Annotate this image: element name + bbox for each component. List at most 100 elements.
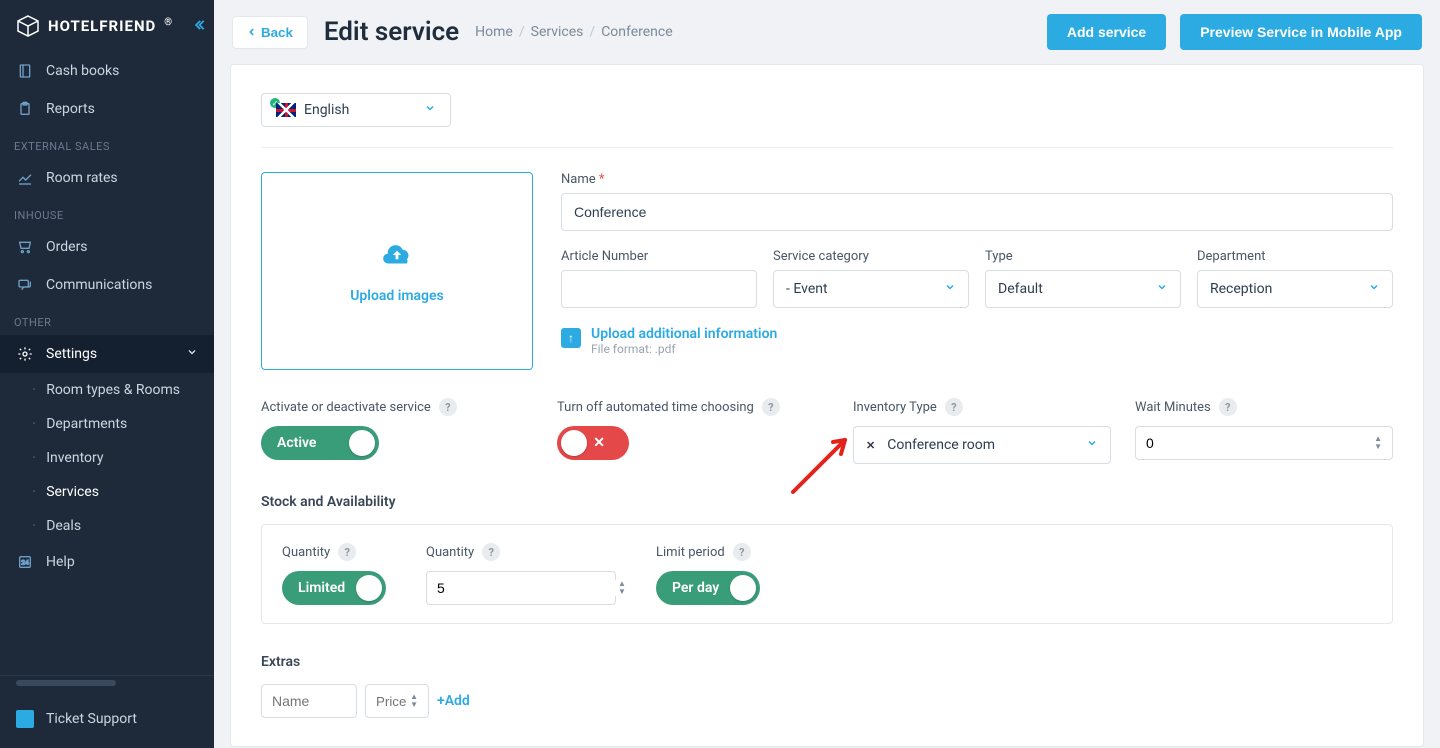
add-service-button[interactable]: Add service — [1047, 14, 1166, 50]
chevron-down-icon — [1086, 437, 1098, 453]
spinner-icon[interactable]: ▲▼ — [1374, 435, 1382, 451]
name-input[interactable] — [561, 193, 1393, 231]
stock-panel: Quantity ? Limited Quantity ? — [261, 524, 1393, 624]
section-label-external: EXTERNAL SALES — [0, 128, 214, 159]
cart-icon — [16, 238, 34, 256]
inventory-type-select[interactable]: ✕ Conference room — [853, 426, 1111, 464]
help-icon[interactable]: ? — [1219, 398, 1237, 416]
back-button[interactable]: Back — [232, 16, 308, 49]
main-content: Back Edit service Home / Services / Conf… — [214, 0, 1440, 748]
sidebar-item-label: Ticket Support — [46, 711, 137, 727]
svg-text:24: 24 — [21, 559, 29, 567]
book-icon — [16, 62, 34, 80]
clear-icon[interactable]: ✕ — [866, 439, 875, 452]
wait-label: Wait Minutes — [1135, 400, 1211, 415]
flag-uk-icon — [276, 103, 296, 117]
language-select[interactable]: ✓ English — [261, 93, 451, 127]
scroll-indicator — [16, 680, 116, 686]
name-label: Name * — [561, 172, 1393, 187]
article-label: Article Number — [561, 249, 757, 264]
chat-icon — [16, 276, 34, 294]
extras-row: ▲▼ +Add — [261, 684, 1393, 718]
section-label-inhouse: INHOUSE — [0, 197, 214, 228]
topbar: Back Edit service Home / Services / Conf… — [214, 0, 1440, 64]
preview-mobile-button[interactable]: Preview Service in Mobile App — [1180, 14, 1422, 50]
sidebar-item-label: Communications — [46, 277, 152, 293]
chevron-down-icon — [944, 281, 956, 297]
toggle-knob — [349, 430, 375, 456]
category-select[interactable]: - Event — [773, 270, 969, 308]
help-icon[interactable]: ? — [733, 543, 751, 561]
upload-additional-link[interactable]: Upload additional information — [591, 326, 777, 342]
breadcrumb-services[interactable]: Services — [531, 24, 584, 40]
ticket-icon — [16, 710, 34, 728]
chevron-down-icon — [1368, 281, 1380, 297]
sidebar-sub-inventory[interactable]: Inventory — [0, 441, 214, 475]
help-icon[interactable]: ? — [762, 398, 780, 416]
breadcrumb-current: Conference — [601, 24, 672, 40]
breadcrumb-home[interactable]: Home — [475, 24, 513, 40]
breadcrumb: Home / Services / Conference — [475, 24, 673, 40]
type-select[interactable]: Default — [985, 270, 1181, 308]
help-icon[interactable]: ? — [482, 543, 500, 561]
sidebar-sub-services[interactable]: Services — [0, 475, 214, 509]
toggle-knob — [561, 430, 587, 456]
toggle-knob — [730, 575, 756, 601]
sidebar: HOTELFRIEND® Cash books Reports EXTERNAL… — [0, 0, 214, 748]
chevron-down-icon — [186, 346, 198, 362]
clipboard-icon — [16, 100, 34, 118]
upload-images-dropzone[interactable]: Upload images — [261, 172, 533, 370]
section-label-other: OTHER — [0, 304, 214, 335]
sidebar-item-label: Orders — [46, 239, 88, 255]
sidebar-footer: Ticket Support — [0, 675, 214, 748]
toggle-knob — [356, 575, 382, 601]
sidebar-item-label: Room rates — [46, 170, 118, 186]
article-input[interactable] — [561, 270, 757, 308]
divider — [261, 147, 1393, 148]
sidebar-item-help[interactable]: 24 Help — [0, 543, 214, 581]
sidebar-item-reports[interactable]: Reports — [0, 90, 214, 128]
quantity-toggle-label: Quantity — [282, 545, 330, 560]
limit-period-toggle[interactable]: Per day — [656, 571, 760, 605]
activate-toggle[interactable]: Active — [261, 426, 379, 460]
service-form-card: ✓ English Upload images — [230, 64, 1424, 747]
language-value: English — [304, 102, 349, 118]
spinner-icon[interactable]: ▲▼ — [410, 693, 418, 709]
quantity-input[interactable]: ▲▼ — [426, 571, 616, 605]
spinner-icon[interactable]: ▲▼ — [618, 580, 626, 596]
activate-label: Activate or deactivate service — [261, 400, 431, 415]
quantity-toggle[interactable]: Limited — [282, 571, 386, 605]
sidebar-item-ticket[interactable]: Ticket Support — [0, 696, 214, 742]
upload-images-label: Upload images — [350, 288, 444, 304]
cloud-upload-icon — [380, 238, 414, 280]
chevron-left-icon — [247, 27, 257, 37]
sidebar-item-cashbooks[interactable]: Cash books — [0, 52, 214, 90]
sidebar-item-communications[interactable]: Communications — [0, 266, 214, 304]
page-title: Edit service — [324, 17, 459, 47]
auto-time-toggle[interactable]: ✕ — [557, 426, 629, 460]
sidebar-item-label: Settings — [46, 346, 97, 362]
sidebar-sub-roomtypes[interactable]: Room types & Rooms — [0, 373, 214, 407]
brand-logo[interactable]: HOTELFRIEND® — [0, 0, 214, 52]
sidebar-collapse-icon[interactable] — [192, 18, 206, 36]
dept-select[interactable]: Reception — [1197, 270, 1393, 308]
stock-header: Stock and Availability — [261, 494, 1393, 510]
help-icon[interactable]: ? — [338, 543, 356, 561]
help-icon[interactable]: ? — [945, 398, 963, 416]
wait-minutes-input[interactable]: ▲▼ — [1135, 426, 1393, 460]
sidebar-item-label: Help — [46, 554, 75, 570]
add-extra-button[interactable]: +Add — [437, 693, 470, 709]
sidebar-sub-deals[interactable]: Deals — [0, 509, 214, 543]
sidebar-item-orders[interactable]: Orders — [0, 228, 214, 266]
sidebar-item-roomrates[interactable]: Room rates — [0, 159, 214, 197]
sidebar-item-label: Reports — [46, 101, 95, 117]
extras-price-input[interactable]: ▲▼ — [365, 684, 429, 718]
upload-hint: File format: .pdf — [591, 342, 777, 356]
extras-name-input[interactable] — [261, 684, 357, 718]
quantity-number-label: Quantity — [426, 545, 474, 560]
sidebar-item-settings[interactable]: Settings — [0, 335, 214, 373]
help-icon[interactable]: ? — [439, 398, 457, 416]
category-label: Service category — [773, 249, 969, 264]
sidebar-sub-departments[interactable]: Departments — [0, 407, 214, 441]
brand-text: HOTELFRIEND — [48, 17, 156, 35]
